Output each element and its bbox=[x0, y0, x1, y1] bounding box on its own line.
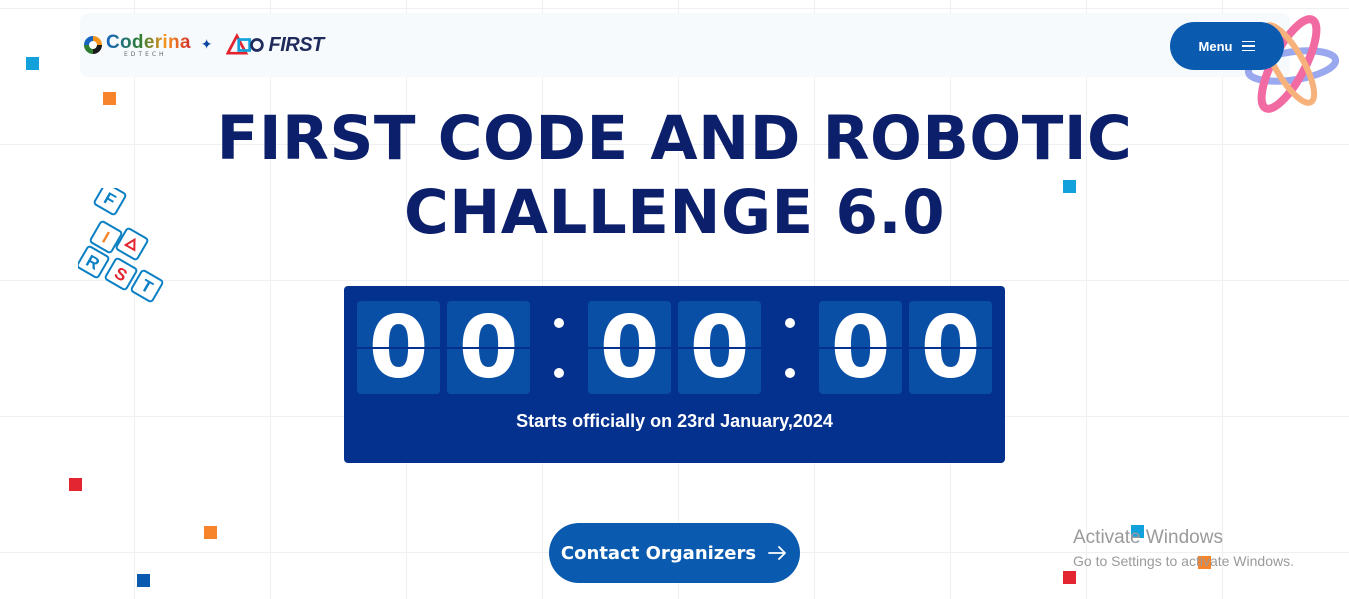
page-title-line-2: CHALLENGE 6.0 bbox=[403, 177, 946, 248]
countdown-digit: 0 bbox=[678, 301, 761, 394]
start-date-note: Starts officially on 23rd January,2024 bbox=[516, 411, 833, 431]
page-title: FIRST CODE AND ROBOTIC CHALLENGE 6.0 bbox=[0, 102, 1349, 250]
coderina-logo-text: Coderina bbox=[106, 31, 191, 53]
decor-square bbox=[1063, 571, 1076, 584]
countdown-digit: 0 bbox=[819, 301, 902, 394]
contact-organizers-button[interactable]: Contact Organizers bbox=[549, 523, 800, 583]
decor-square bbox=[26, 57, 39, 70]
coderina-logo-icon bbox=[84, 36, 102, 54]
activate-windows-watermark: Activate Windows Go to Settings to activ… bbox=[1073, 527, 1294, 569]
decor-square bbox=[137, 574, 150, 587]
countdown-digit: 0 bbox=[357, 301, 440, 394]
decor-square bbox=[69, 478, 82, 491]
coderina-logo-subtext: EDTECH bbox=[124, 50, 167, 58]
menu-button-label: Menu bbox=[1198, 38, 1233, 54]
arrow-right-icon bbox=[768, 546, 786, 560]
countdown-separator bbox=[530, 301, 588, 394]
first-logo-text: FIRST bbox=[268, 33, 324, 56]
brand-logos[interactable]: Coderina EDTECH ✦ FIRST bbox=[84, 30, 324, 60]
countdown-digit: 0 bbox=[588, 301, 671, 394]
hamburger-icon bbox=[1242, 40, 1256, 52]
menu-button[interactable]: Menu bbox=[1170, 22, 1284, 70]
logo-separator: ✦ bbox=[200, 37, 213, 53]
decor-square bbox=[204, 526, 217, 539]
countdown-separator bbox=[761, 301, 819, 394]
countdown-panel: 0 0 0 0 0 0 Starts officially on 23rd Ja… bbox=[344, 286, 1005, 463]
watermark-line-1: Activate Windows bbox=[1073, 527, 1223, 548]
page-title-line-1: FIRST CODE AND ROBOTIC bbox=[216, 103, 1133, 174]
countdown-digits: 0 0 0 0 0 0 bbox=[357, 301, 992, 394]
countdown-digit: 0 bbox=[447, 301, 530, 394]
watermark-line-2: Go to Settings to activate Windows. bbox=[1073, 553, 1294, 569]
contact-organizers-label: Contact Organizers bbox=[560, 542, 757, 564]
countdown-digit: 0 bbox=[909, 301, 992, 394]
first-logo-icon bbox=[226, 33, 265, 55]
